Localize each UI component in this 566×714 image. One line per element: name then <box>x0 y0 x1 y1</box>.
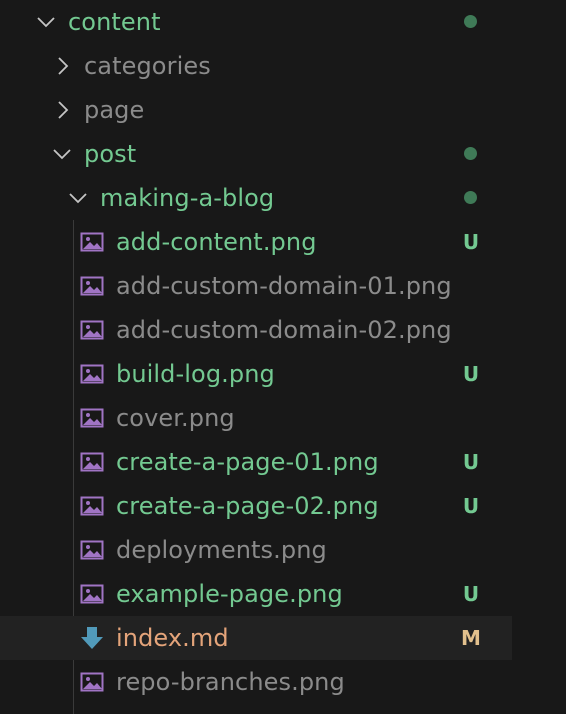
modified-dot <box>464 15 477 28</box>
file-row[interactable]: build-log.png U <box>0 352 512 396</box>
folder-label: categories <box>84 52 211 80</box>
file-row[interactable]: create-a-page-02.png U <box>0 484 512 528</box>
file-label: example-page.png <box>116 580 343 608</box>
chevron-right-icon[interactable] <box>53 88 73 132</box>
image-icon <box>80 274 104 298</box>
chevron-down-icon[interactable] <box>68 176 88 220</box>
modified-dot <box>464 147 477 160</box>
git-status-badge: U <box>462 582 480 606</box>
git-status-badge: U <box>462 230 480 254</box>
file-row[interactable]: create-a-page-01.png U <box>0 440 512 484</box>
image-icon <box>80 450 104 474</box>
file-row[interactable]: add-content.png U <box>0 220 512 264</box>
markdown-download-icon <box>80 626 104 650</box>
folder-label: content <box>68 8 161 36</box>
file-label: add-custom-domain-01.png <box>116 272 452 300</box>
git-status-badge: M <box>461 626 481 650</box>
file-label: create-a-page-01.png <box>116 448 379 476</box>
image-icon <box>80 230 104 254</box>
chevron-right-icon[interactable] <box>53 44 73 88</box>
chevron-down-icon[interactable] <box>52 132 72 176</box>
git-status-badge: U <box>462 450 480 474</box>
file-label: index.md <box>116 624 229 652</box>
folder-label: post <box>84 140 137 168</box>
file-row[interactable]: example-page.png U <box>0 572 512 616</box>
image-icon <box>80 406 104 430</box>
file-label: build-log.png <box>116 360 275 388</box>
file-row[interactable]: add-custom-domain-01.png <box>0 264 512 308</box>
folder-row-post[interactable]: post <box>0 132 512 176</box>
file-label: cover.png <box>116 404 235 432</box>
folder-label: page <box>84 96 145 124</box>
chevron-down-icon[interactable] <box>36 0 56 44</box>
folder-row-content[interactable]: content <box>0 0 512 44</box>
file-row[interactable]: add-custom-domain-02.png <box>0 308 512 352</box>
folder-row-page[interactable]: page <box>0 88 512 132</box>
modified-dot <box>464 191 477 204</box>
image-icon <box>80 538 104 562</box>
folder-label: making-a-blog <box>100 184 275 212</box>
image-icon <box>80 670 104 694</box>
file-label: add-content.png <box>116 228 317 256</box>
git-status-badge: U <box>462 362 480 386</box>
file-row[interactable]: deployments.png <box>0 528 512 572</box>
image-icon <box>80 362 104 386</box>
git-status-badge: U <box>462 494 480 518</box>
image-icon <box>80 494 104 518</box>
file-explorer-tree: content categories page post making-a-bl… <box>0 0 512 714</box>
file-label: deployments.png <box>116 536 327 564</box>
file-row-selected[interactable]: index.md M <box>0 616 512 660</box>
file-row[interactable]: cover.png <box>0 396 512 440</box>
file-label: create-a-page-02.png <box>116 492 379 520</box>
file-label: repo-branches.png <box>116 668 345 696</box>
image-icon <box>80 318 104 342</box>
folder-row-categories[interactable]: categories <box>0 44 512 88</box>
folder-row-making-a-blog[interactable]: making-a-blog <box>0 176 512 220</box>
image-icon <box>80 582 104 606</box>
file-row[interactable]: repo-branches.png <box>0 660 512 704</box>
file-label: add-custom-domain-02.png <box>116 316 452 344</box>
